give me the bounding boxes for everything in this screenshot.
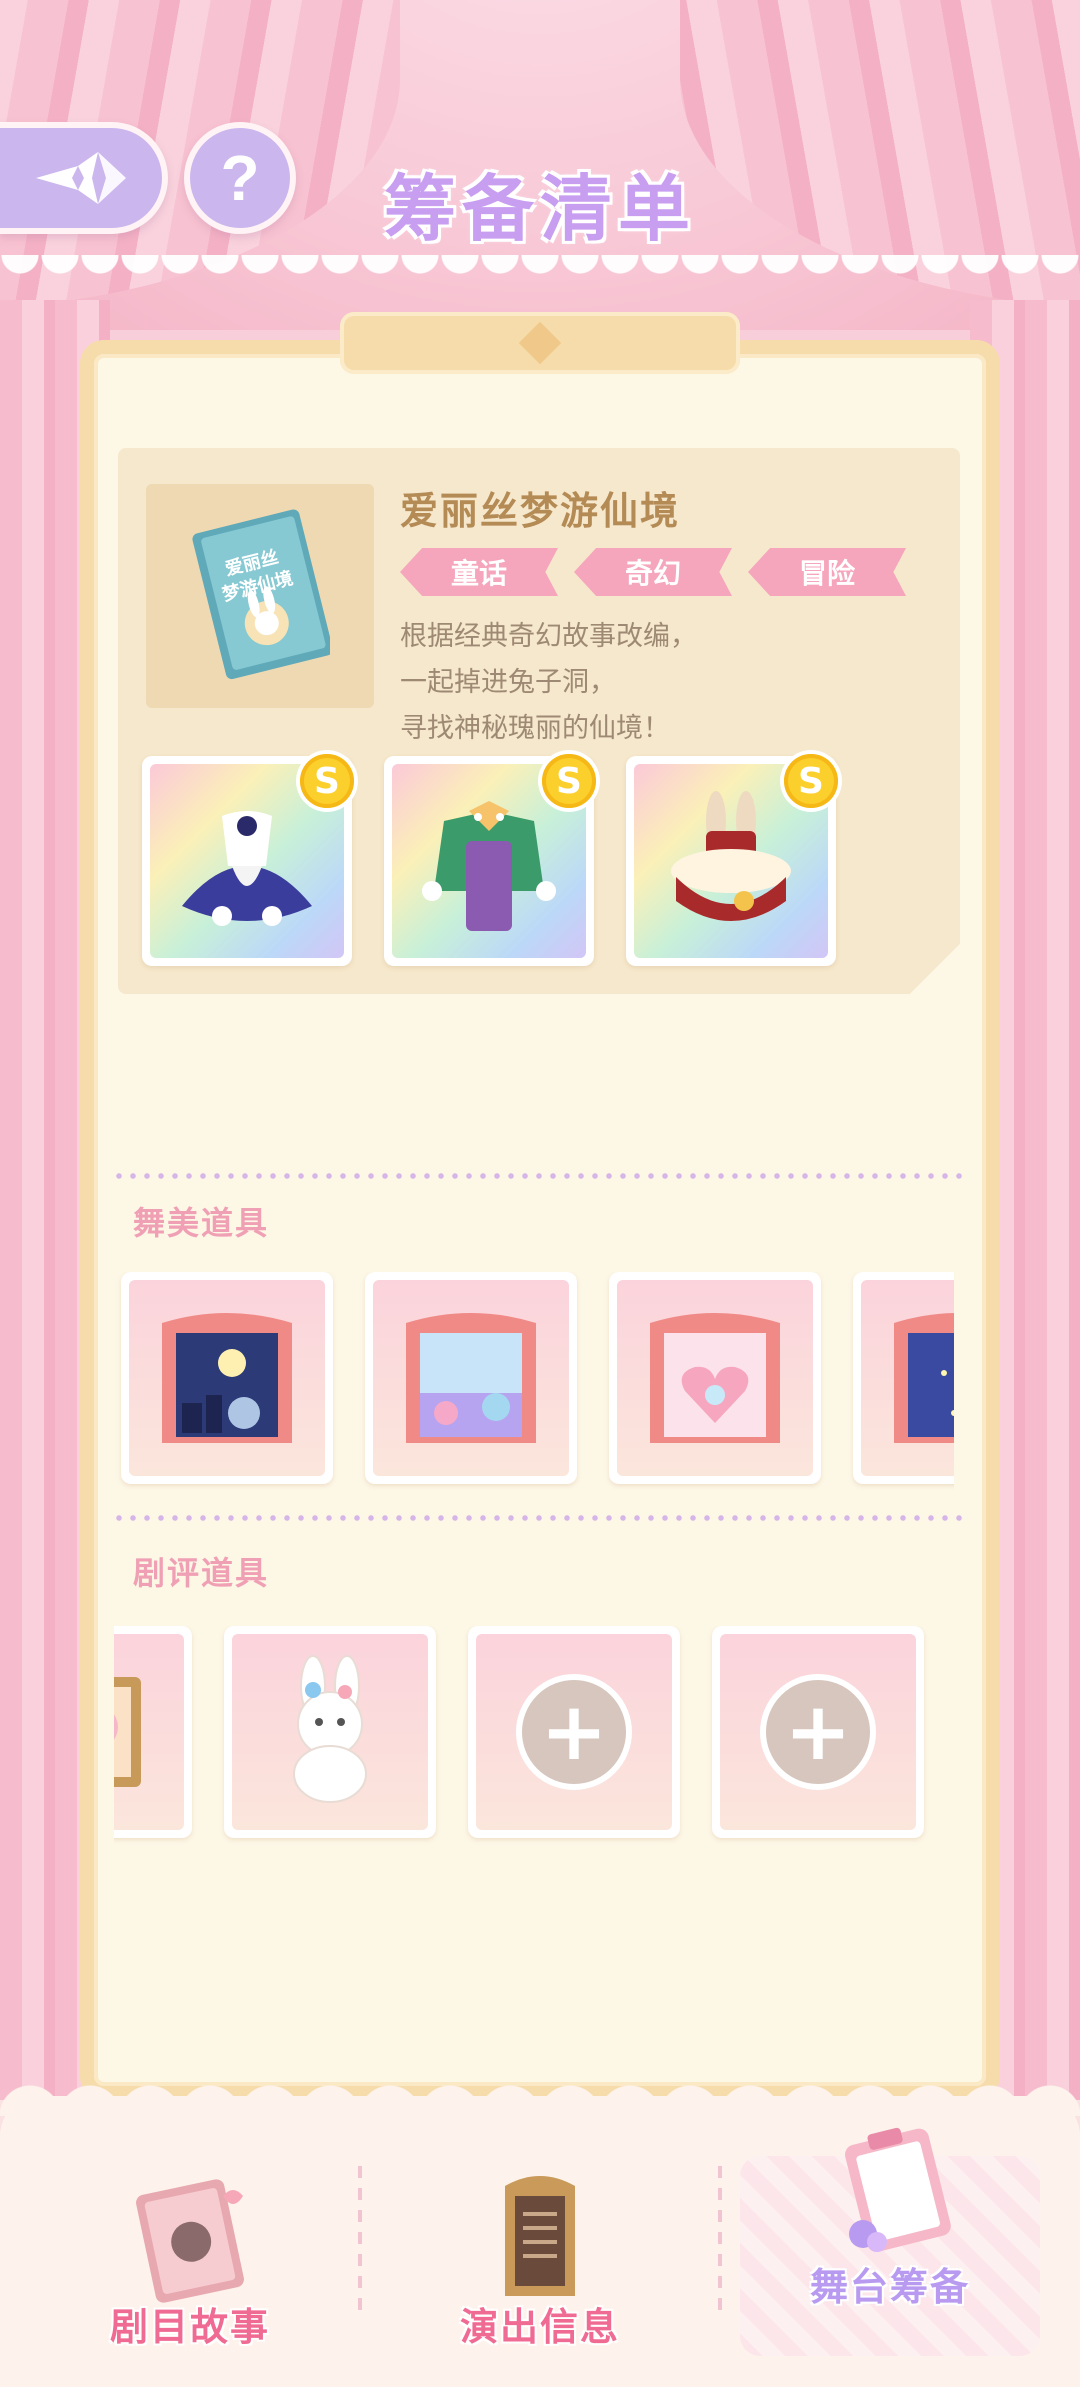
stage-prop-card[interactable] xyxy=(121,1272,333,1484)
nav-separator xyxy=(358,2166,362,2316)
bunny-plush-icon xyxy=(293,1655,367,1803)
outfit-card-hat[interactable]: S xyxy=(626,750,842,966)
back-arrow-icon xyxy=(36,152,126,204)
rank-badge: S xyxy=(538,750,600,812)
bottom-nav: 剧目故事 演出信息 舞台筹备 xyxy=(0,2076,1080,2387)
tag-fantasy: 奇幻 xyxy=(574,548,732,596)
back-button[interactable] xyxy=(0,122,168,234)
add-icon[interactable]: + xyxy=(760,1674,876,1790)
nav-tab-stage-prep[interactable]: 舞台筹备 xyxy=(740,2096,1040,2387)
lace-trim xyxy=(0,255,1080,295)
story-card: 爱丽丝 梦游仙境 爱丽丝梦游仙境 童话 奇幻 冒险 根据经典奇幻故事改编， 一起… xyxy=(118,448,960,994)
nav-tab-story[interactable]: 剧目故事 xyxy=(40,2096,340,2387)
nav-label: 舞台筹备 xyxy=(809,2265,970,2309)
stage-props-row[interactable] xyxy=(114,1272,954,1492)
story-description: 根据经典奇幻故事改编， 一起掉进兔子洞， 寻找神秘瑰丽的仙境！ xyxy=(400,614,697,752)
review-prop-slot-empty[interactable]: + xyxy=(712,1626,924,1838)
star-stage-icon xyxy=(894,1313,954,1443)
outfit-card-dress[interactable]: S xyxy=(142,750,358,966)
garden-stage-icon xyxy=(406,1313,536,1443)
review-prop-card[interactable] xyxy=(114,1626,192,1838)
night-stage-icon xyxy=(162,1313,292,1443)
storybook-icon xyxy=(136,2179,244,2303)
story-tags: 童话 奇幻 冒险 xyxy=(400,548,906,596)
nav-label: 剧目故事 xyxy=(109,2305,270,2349)
tag-adventure: 冒险 xyxy=(748,548,906,596)
stage-prop-card[interactable] xyxy=(853,1272,954,1484)
nav-label: 演出信息 xyxy=(459,2305,620,2349)
review-props-row[interactable]: + + xyxy=(114,1626,954,1846)
notice-board-icon xyxy=(505,2176,575,2296)
portrait-frame-icon xyxy=(114,1677,141,1787)
description-line: 一起掉进兔子洞， xyxy=(400,667,616,698)
section-divider xyxy=(112,1515,962,1521)
nav-separator xyxy=(718,2166,722,2316)
section-divider xyxy=(112,1173,962,1179)
stage-props-title: 舞美道具 xyxy=(133,1204,270,1242)
panel-top-ornament xyxy=(340,312,740,374)
outfit-card-suit[interactable]: S xyxy=(384,750,600,966)
outfit-list: S S S xyxy=(142,750,842,966)
review-prop-card[interactable] xyxy=(224,1626,436,1838)
stage-prop-card[interactable] xyxy=(609,1272,821,1484)
add-icon[interactable]: + xyxy=(516,1674,632,1790)
blue-dress-icon xyxy=(182,811,312,926)
clipboard-icon xyxy=(845,2127,951,2252)
heart-stage-icon xyxy=(650,1313,780,1443)
rank-badge: S xyxy=(296,750,358,812)
rank-badge: S xyxy=(780,750,842,812)
story-name: 爱丽丝梦游仙境 xyxy=(400,489,681,533)
review-prop-slot-empty[interactable]: + xyxy=(468,1626,680,1838)
storybook-cover-icon: 爱丽丝 梦游仙境 xyxy=(192,509,330,680)
review-props-title: 剧评道具 xyxy=(133,1554,270,1592)
description-line: 寻找神秘瑰丽的仙境！ xyxy=(400,713,670,744)
help-button[interactable]: ? xyxy=(184,122,296,234)
description-line: 根据经典奇幻故事改编， xyxy=(400,621,697,652)
nav-tab-performance-info[interactable]: 演出信息 xyxy=(390,2096,690,2387)
stage-prop-card[interactable] xyxy=(365,1272,577,1484)
page-title: 筹备清单 xyxy=(383,167,696,251)
story-cover[interactable]: 爱丽丝 梦游仙境 xyxy=(146,484,374,708)
help-icon: ? xyxy=(220,142,260,214)
tag-fairy-tale: 童话 xyxy=(400,548,558,596)
